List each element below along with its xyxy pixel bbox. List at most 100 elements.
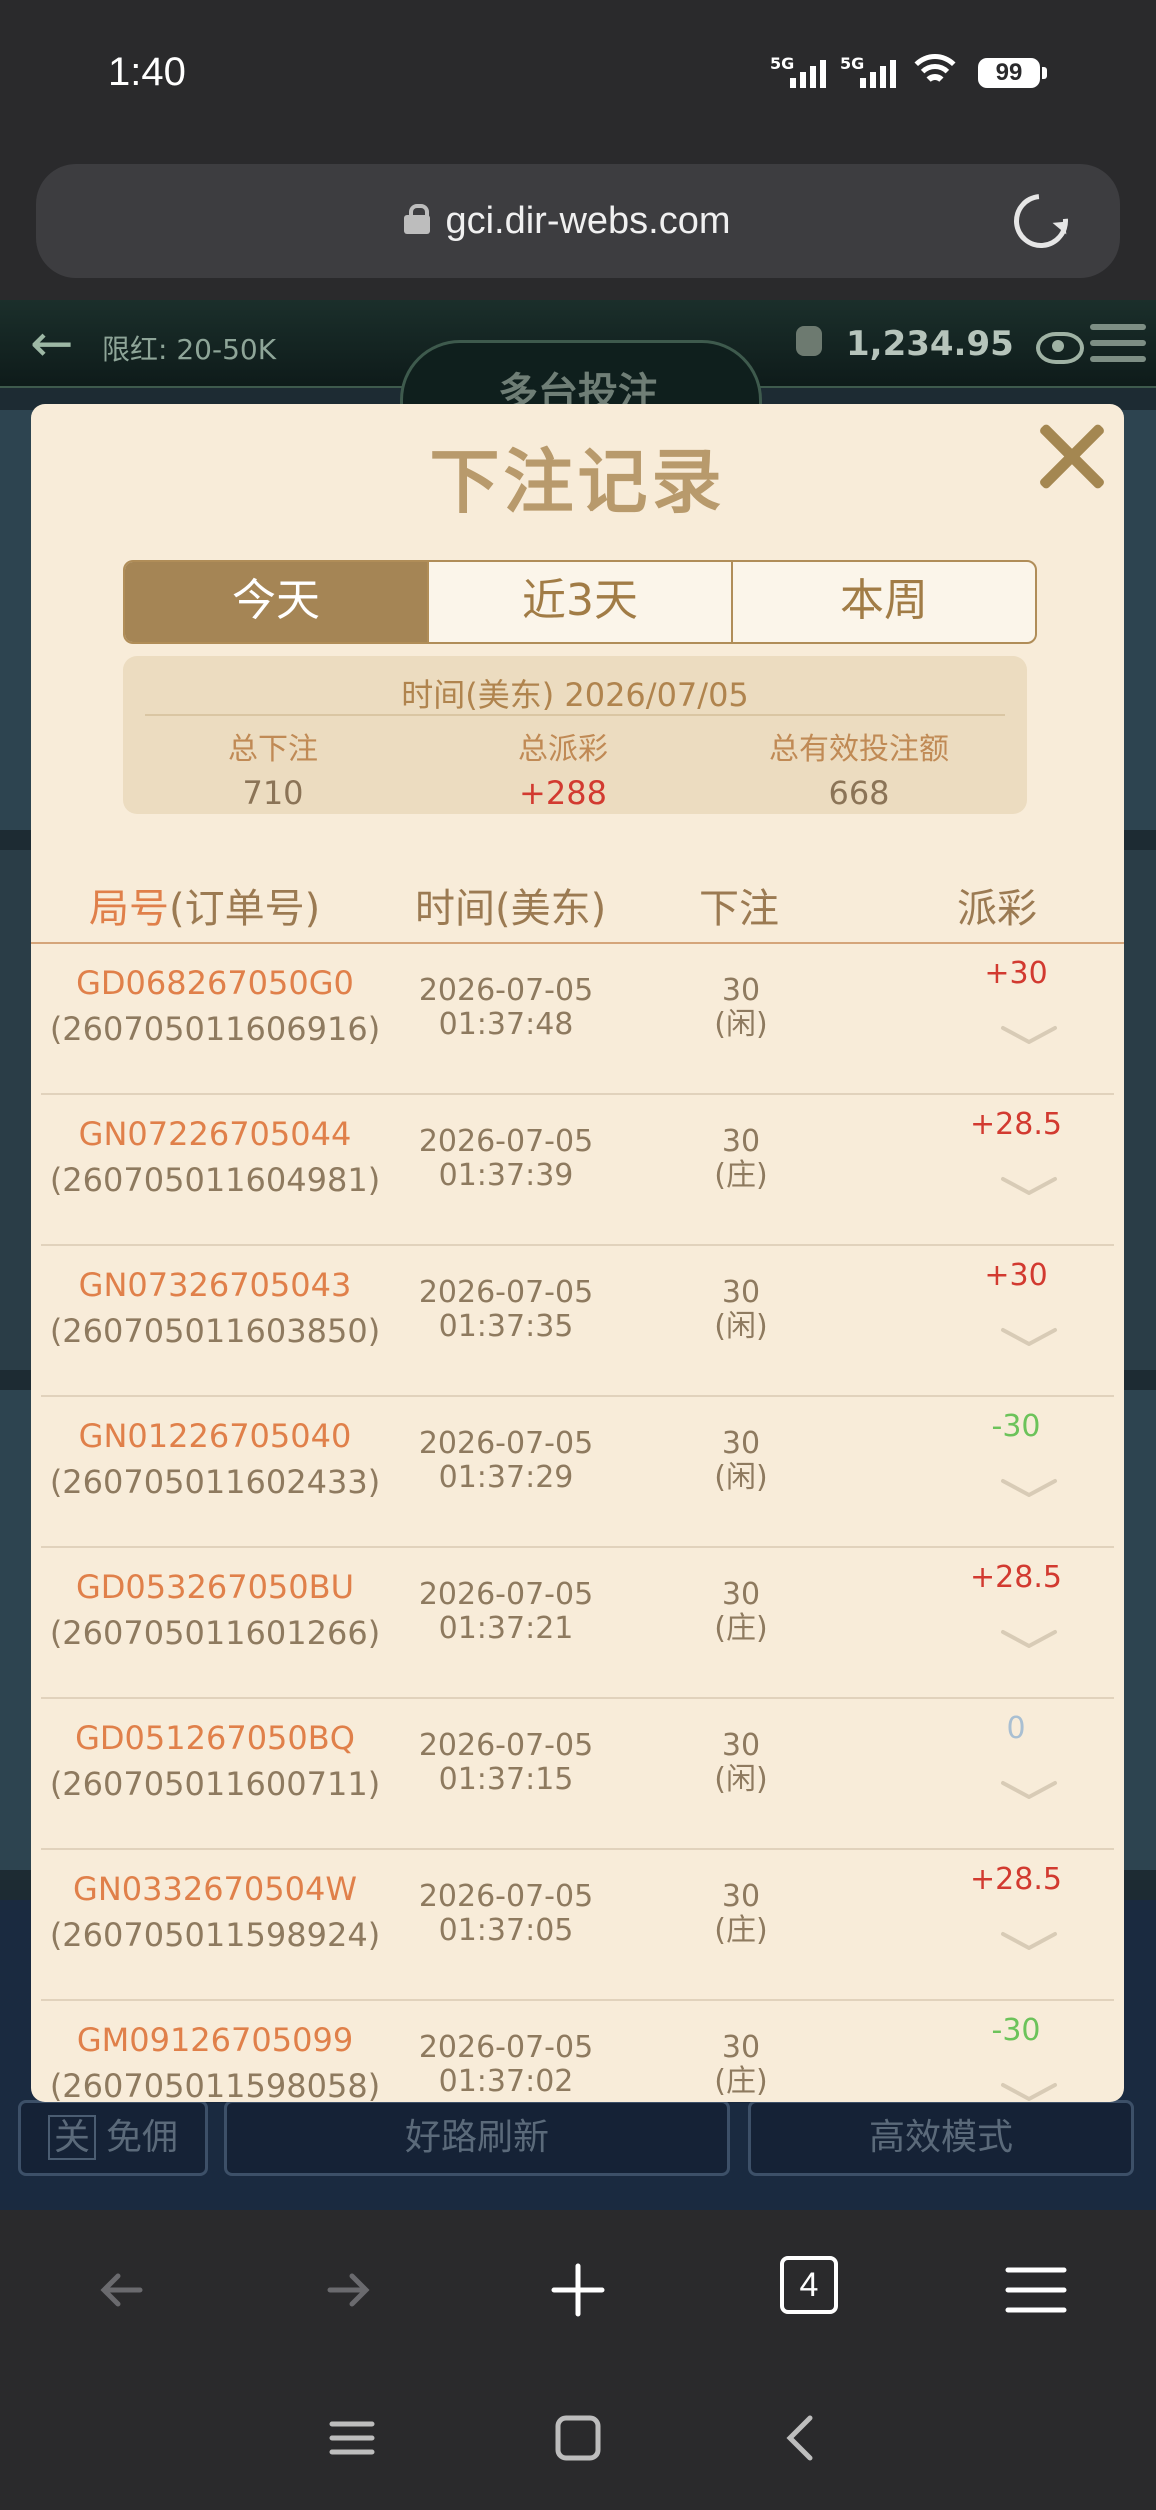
- time-cell: 2026-07-05 01:37:21: [391, 1578, 621, 1646]
- payout-value: +28.5: [970, 1107, 1062, 1142]
- bet-amount: 30: [721, 1577, 761, 1612]
- round-cell: GN0332670504W (260705011598924): [41, 1870, 389, 1954]
- round-id[interactable]: GN07226705044: [41, 1115, 389, 1153]
- order-id: (260705011598058): [49, 2067, 381, 2102]
- chevron-down-icon[interactable]: [999, 1175, 1059, 1197]
- bet-amount: 30: [721, 1275, 761, 1310]
- chevron-down-icon[interactable]: [999, 2081, 1059, 2102]
- time-cell: 2026-07-05 01:37:05: [391, 1880, 621, 1948]
- good-road-refresh-button[interactable]: 好路刷新: [224, 2100, 730, 2176]
- bet-cell: 30 (庄): [681, 1578, 801, 1646]
- round-id[interactable]: GD068267050G0: [41, 964, 389, 1002]
- signal-icon-2: 5G: [840, 54, 896, 88]
- tabs-count-button[interactable]: 4: [780, 2256, 838, 2314]
- time-cell: 2026-07-05 01:37:48: [391, 974, 621, 1042]
- bet-side: (闲): [714, 1460, 768, 1495]
- new-tab-icon[interactable]: [546, 2258, 610, 2322]
- reload-icon[interactable]: [1002, 182, 1080, 260]
- recent-apps-icon[interactable]: [320, 2406, 384, 2470]
- order-id: (260705011601266): [49, 1614, 381, 1652]
- menu-icon[interactable]: [1004, 2258, 1068, 2322]
- table-row[interactable]: GN07226705044 (260705011604981) 2026-07-05…: [41, 1095, 1114, 1246]
- bet-amount: 30: [721, 1728, 761, 1763]
- time-cell: 2026-07-05 01:37:02: [391, 2031, 621, 2099]
- order-id: (260705011603850): [49, 1312, 381, 1350]
- chevron-down-icon[interactable]: [999, 1024, 1059, 1046]
- forward-icon[interactable]: [316, 2258, 380, 2322]
- round-id[interactable]: GM09126705099: [41, 2021, 389, 2059]
- round-cell: GN07226705044 (260705011604981): [41, 1115, 389, 1199]
- tab-this-week[interactable]: 本周: [731, 562, 1035, 642]
- payout-value: +28.5: [970, 1560, 1062, 1595]
- round-id[interactable]: GN0332670504W: [41, 1870, 389, 1908]
- efficient-mode-button[interactable]: 高效模式: [748, 2100, 1134, 2176]
- home-icon[interactable]: [546, 2406, 610, 2470]
- table-row[interactable]: GD051267050BQ (260705011600711) 2026-07-05…: [41, 1699, 1114, 1850]
- time-cell: 2026-07-05 01:37:29: [391, 1427, 621, 1495]
- commission-toggle[interactable]: 关免佣: [18, 2100, 208, 2176]
- bet-amount: 30: [721, 973, 761, 1008]
- round-id[interactable]: GN07326705043: [41, 1266, 389, 1304]
- table-row[interactable]: GD068267050G0 (260705011606916) 2026-07-05…: [41, 944, 1114, 1095]
- bet-cell: 30 (庄): [681, 1125, 801, 1193]
- round-cell: GD053267050BU (260705011601266): [41, 1568, 389, 1652]
- table-row[interactable]: GN07326705043 (260705011603850) 2026-07-05…: [41, 1246, 1114, 1397]
- tab-today[interactable]: 今天: [125, 562, 427, 642]
- summary-panel: 时间(美东) 2026/07/05 总下注 710 总派彩 +288 总有效投注…: [123, 656, 1027, 814]
- payout-value: +30: [984, 1258, 1048, 1293]
- order-id: (260705011604981): [49, 1161, 381, 1199]
- url-bar[interactable]: gci.dir-webs.com: [36, 164, 1120, 278]
- system-back-icon[interactable]: [770, 2406, 834, 2470]
- total-payout: 总派彩 +288: [518, 732, 608, 812]
- bet-cell: 30 (庄): [681, 1880, 801, 1948]
- wifi-icon: [910, 54, 960, 88]
- bet-time: 01:37:48: [438, 1007, 574, 1042]
- bet-amount: 30: [721, 1426, 761, 1461]
- browser-toolbar: 4: [0, 2210, 1156, 2370]
- bet-time: 01:37:15: [438, 1762, 574, 1797]
- round-id[interactable]: GD051267050BQ: [41, 1719, 389, 1757]
- header-payout: 派彩: [957, 886, 1037, 932]
- table-row[interactable]: GM09126705099 (260705011598058) 2026-07-05…: [41, 2001, 1114, 2102]
- date-range-tabs: 今天 近3天 本周: [123, 560, 1037, 644]
- chevron-down-icon[interactable]: [999, 1628, 1059, 1650]
- chevron-down-icon[interactable]: [999, 1930, 1059, 1952]
- bet-side: (庄): [714, 2064, 768, 2099]
- status-bar: 1:40 5G 5G 99: [0, 0, 1156, 150]
- bet-time: 01:37:02: [438, 2064, 574, 2099]
- round-id[interactable]: GD053267050BU: [41, 1568, 389, 1606]
- balance: 1,234.95: [846, 324, 1014, 364]
- table-row[interactable]: GN0332670504W (260705011598924) 2026-07-05…: [41, 1850, 1114, 2001]
- modal-title: 下注记录: [429, 441, 726, 523]
- back-icon[interactable]: [90, 2258, 154, 2322]
- bet-time: 01:37:21: [438, 1611, 574, 1646]
- bet-side: (闲): [714, 1309, 768, 1344]
- url-text[interactable]: gci.dir-webs.com: [36, 200, 1120, 243]
- table-row[interactable]: GN01226705040 (260705011602433) 2026-07-05…: [41, 1397, 1114, 1548]
- coin-icon: [796, 326, 822, 356]
- divider: [145, 714, 1005, 716]
- summary-date: 时间(美东) 2026/07/05: [401, 676, 749, 714]
- time-cell: 2026-07-05 01:37:39: [391, 1125, 621, 1193]
- table-row[interactable]: GD053267050BU (260705011601266) 2026-07-05…: [41, 1548, 1114, 1699]
- close-icon[interactable]: [1034, 418, 1110, 494]
- chevron-down-icon[interactable]: [999, 1779, 1059, 1801]
- time-cell: 2026-07-05 01:37:35: [391, 1276, 621, 1344]
- tab-3-days[interactable]: 近3天: [427, 562, 731, 642]
- bet-time: 01:37:05: [438, 1913, 574, 1948]
- payout-value: 0: [1006, 1711, 1026, 1746]
- bet-date: 2026-07-05: [418, 1275, 594, 1310]
- round-cell: GN07326705043 (260705011603850): [41, 1266, 389, 1350]
- bet-time: 01:37:29: [438, 1460, 574, 1495]
- round-id[interactable]: GN01226705040: [41, 1417, 389, 1455]
- bet-cell: 30 (闲): [681, 1276, 801, 1344]
- chevron-down-icon[interactable]: [999, 1326, 1059, 1348]
- system-nav-bar: [0, 2370, 1156, 2510]
- round-cell: GN01226705040 (260705011602433): [41, 1417, 389, 1501]
- total-bet: 总下注 710: [228, 732, 318, 812]
- chevron-down-icon[interactable]: [999, 1477, 1059, 1499]
- bet-amount: 30: [721, 1124, 761, 1159]
- bet-amount: 30: [721, 2030, 761, 2065]
- bet-cell: 30 (闲): [681, 1427, 801, 1495]
- order-id: (260705011606916): [49, 1010, 381, 1048]
